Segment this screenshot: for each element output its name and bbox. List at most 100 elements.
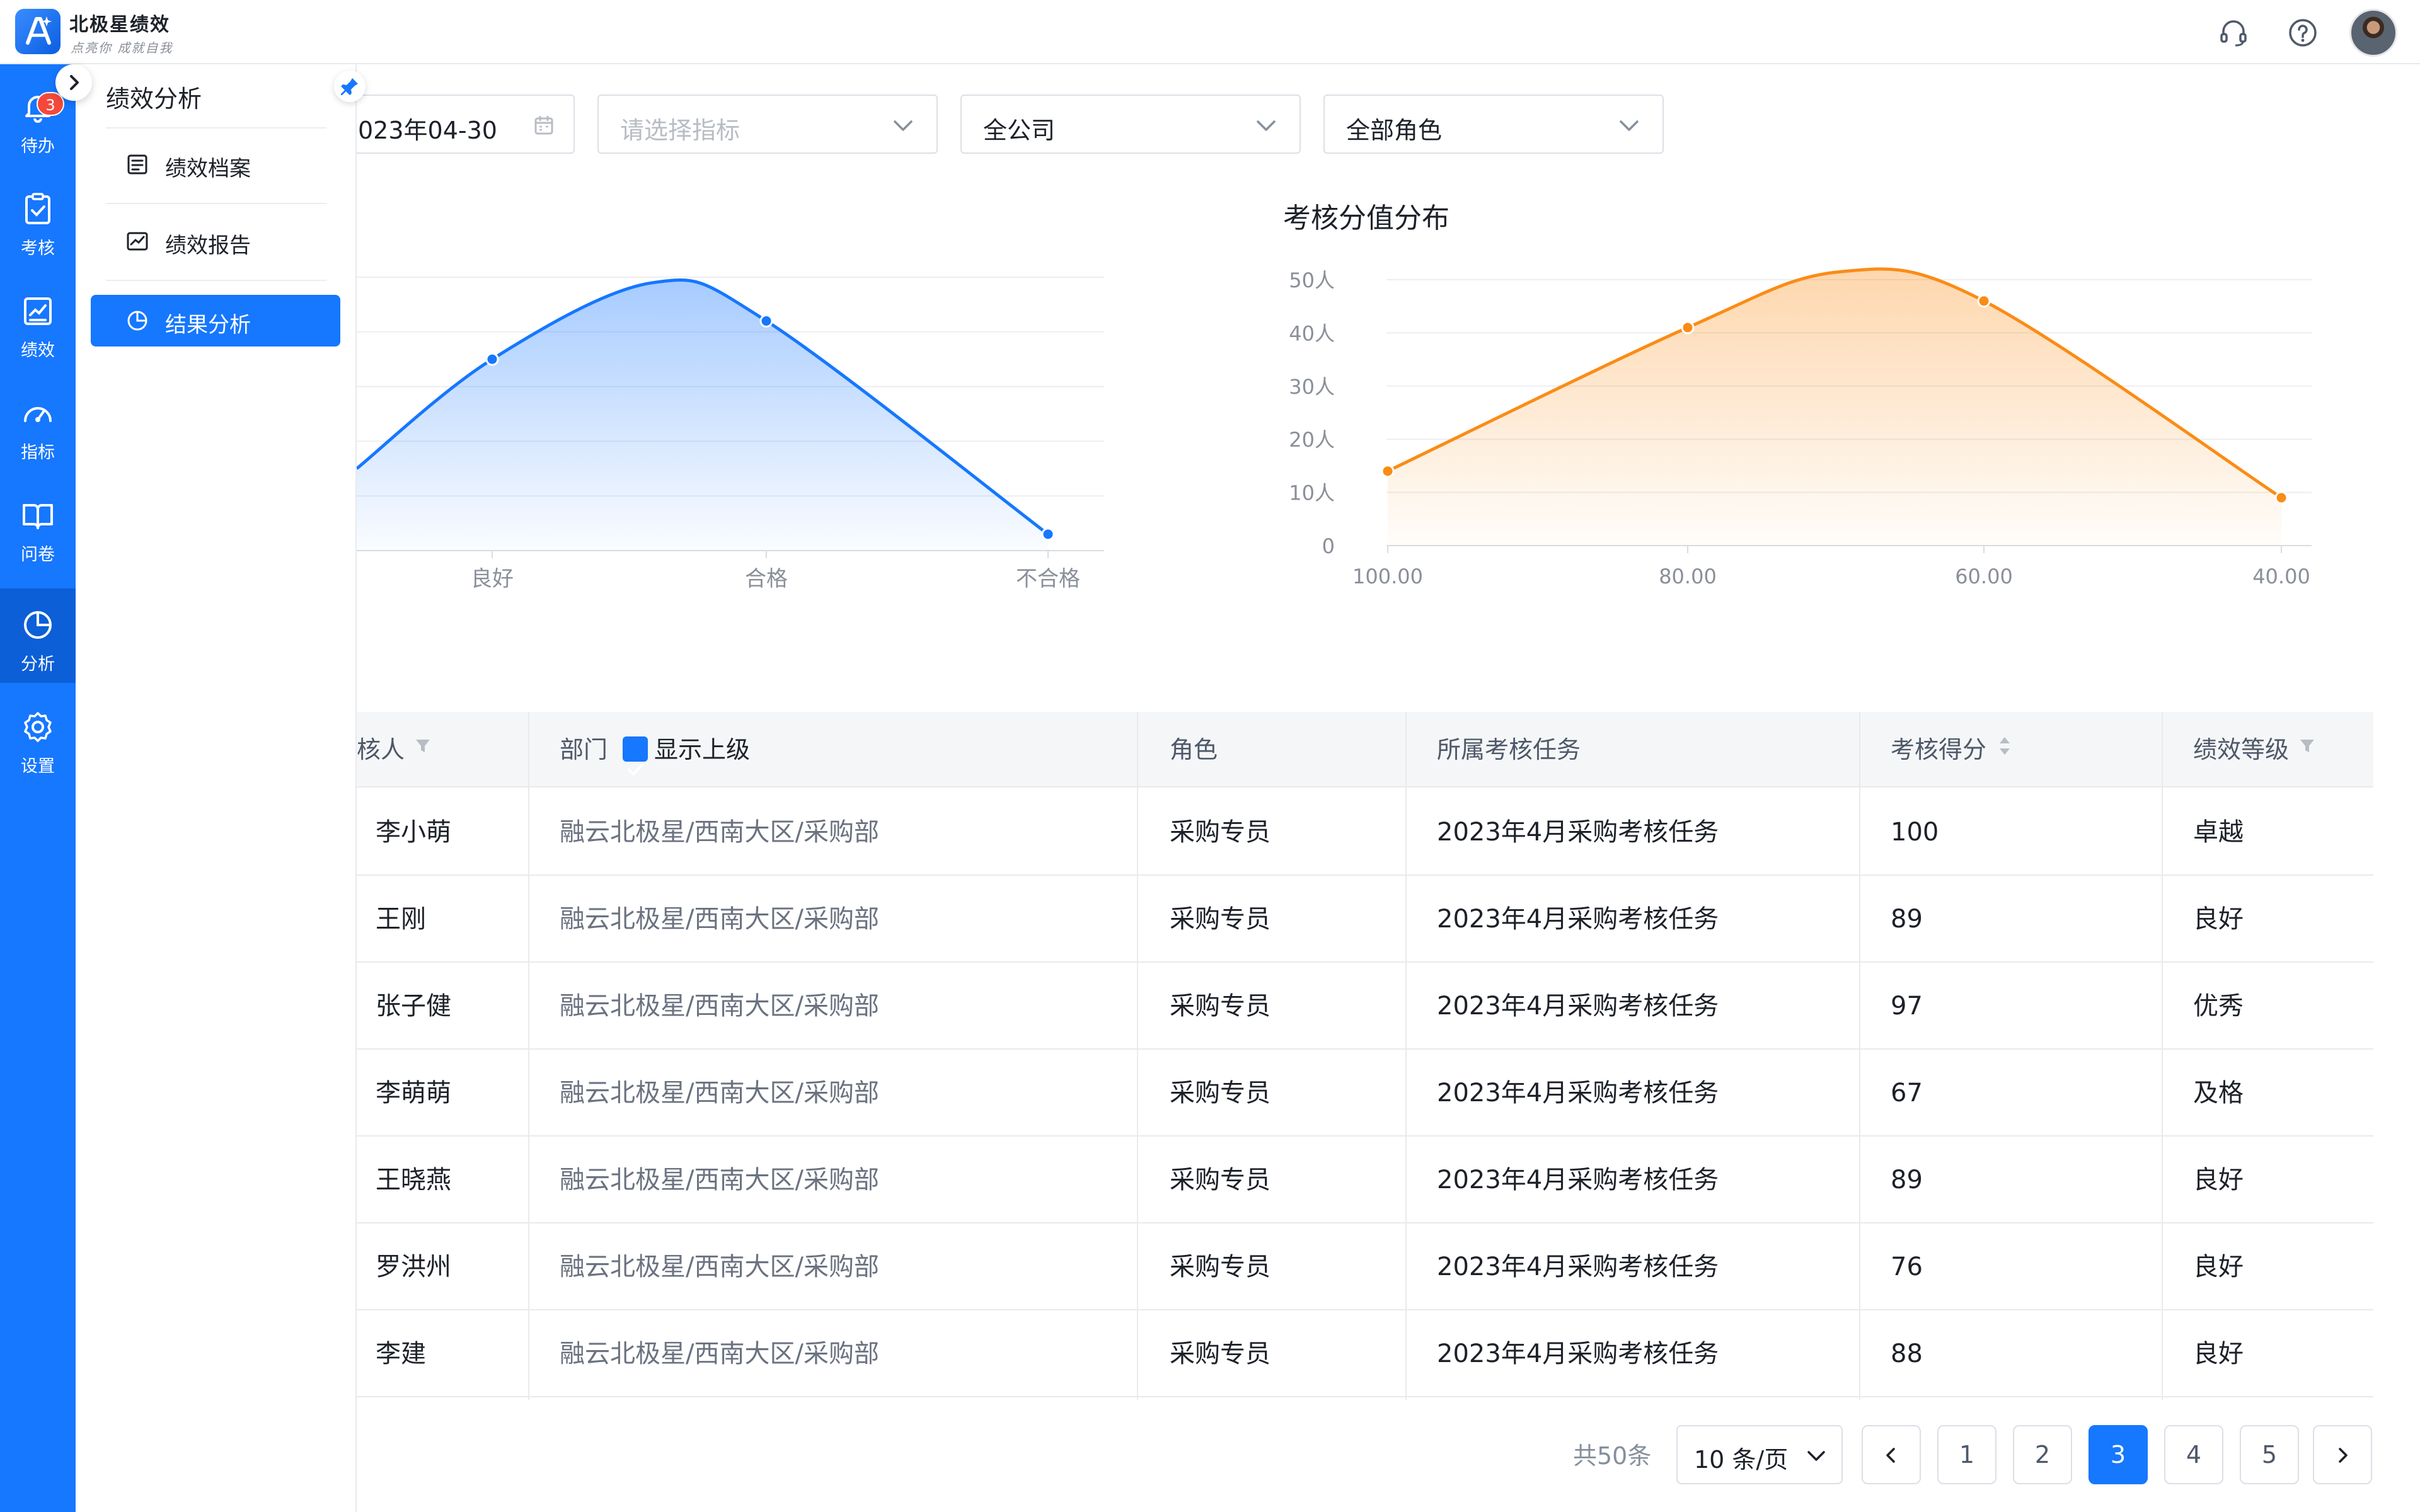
page-size-value: 10 条/页: [1694, 1446, 1789, 1474]
next-page-button[interactable]: [2313, 1425, 2372, 1484]
cell-grade: 优秀: [2193, 992, 2244, 1021]
data-point[interactable]: [759, 314, 773, 328]
filter-icon[interactable]: [413, 711, 432, 787]
chevron-right-icon: [2339, 1448, 2348, 1463]
brand-slogan: 点亮你 成就自我: [71, 40, 173, 55]
rail-label: 指标: [21, 443, 55, 462]
table-row[interactable]: 李建 融云北极星/西南大区/采购部 采购专员 2023年4月采购考核任务 88 良好: [357, 1310, 2373, 1397]
data-point[interactable]: [1681, 321, 1695, 335]
x-tick-label: 80.00: [1659, 564, 1717, 588]
x-tick-label: 良好: [471, 566, 514, 592]
th-score[interactable]: 考核得分: [1891, 712, 2014, 788]
rail-item-performance[interactable]: 绩效: [0, 275, 76, 369]
data-point[interactable]: [1041, 527, 1055, 541]
table-row[interactable]: 李小萌 融云北极星/西南大区/采购部 采购专员 2023年4月采购考核任务 100 卓越: [357, 789, 2373, 876]
rail-label: 待办: [21, 137, 55, 156]
prev-page-button[interactable]: [1862, 1425, 1921, 1484]
th-dept: 部门 显示上级: [560, 712, 750, 788]
chevron-down-icon: [1807, 1451, 1825, 1461]
subnav-item-label: 结果分析: [165, 312, 251, 338]
indicator-select[interactable]: 请选择指标: [597, 94, 938, 154]
cell-score: 89: [1891, 905, 1923, 934]
page-button[interactable]: 4: [2164, 1425, 2223, 1484]
user-switch-icon[interactable]: [19, 1507, 58, 1512]
th-role: 角色: [1170, 736, 1218, 764]
chevron-down-icon: [1257, 120, 1276, 131]
table-row[interactable]: 李萌萌 融云北极星/西南大区/采购部 采购专员 2023年4月采购考核任务 67 及格: [357, 1050, 2373, 1137]
role-select[interactable]: 全部角色: [1323, 94, 1664, 154]
score-distribution-chart-svg: 50人 40人 30人 20人 10人 0 100.00 80.00 60.00 40.00: [1289, 267, 2312, 588]
grade-distribution-chart-svg: 良好 合格 不合格: [357, 277, 1104, 592]
pin-button[interactable]: [334, 71, 366, 102]
cell-score: 100: [1891, 818, 1939, 847]
data-point[interactable]: [485, 352, 499, 366]
cell-score: 89: [1891, 1166, 1923, 1194]
y-tick-label: 20人: [1289, 428, 1335, 452]
th-person[interactable]: 核人: [357, 712, 432, 788]
data-point[interactable]: [1977, 294, 1991, 308]
filter-icon[interactable]: [2298, 711, 2317, 787]
show-parent-label[interactable]: 显示上级: [654, 736, 750, 764]
collapse-toggle-button[interactable]: [55, 64, 92, 101]
gear-icon: [24, 712, 52, 742]
cell-name: 李萌萌: [376, 1079, 451, 1108]
scope-value: 全公司: [983, 117, 1056, 144]
indicator-placeholder: 请选择指标: [620, 117, 740, 144]
table-row[interactable]: 罗洪州 融云北极星/西南大区/采购部 采购专员 2023年4月采购考核任务 76 良好: [357, 1223, 2373, 1310]
th-grade[interactable]: 绩效等级: [2193, 712, 2317, 788]
page-size-select[interactable]: 10 条/页: [1676, 1425, 1843, 1484]
rail-item-survey[interactable]: 问卷: [0, 479, 76, 573]
table-header: 核人 部门 显示上级 角色 所属考核任务 考核得分 绩效等级: [357, 712, 2373, 788]
cell-grade: 卓越: [2193, 818, 2244, 847]
cell-name: 李小萌: [376, 818, 451, 847]
th-dept-label: 部门: [560, 736, 608, 764]
data-point[interactable]: [1381, 464, 1395, 478]
rail-item-analysis[interactable]: 分析: [0, 588, 76, 683]
data-point[interactable]: [2274, 491, 2288, 505]
page-button[interactable]: 3: [2089, 1425, 2148, 1484]
subnav-item-archive[interactable]: 绩效档案: [91, 139, 340, 190]
subnav-item-result-analysis[interactable]: 结果分析: [91, 295, 340, 346]
table-row[interactable]: 王晓燕 融云北极星/西南大区/采购部 采购专员 2023年4月采购考核任务 89 良好: [357, 1137, 2373, 1223]
cell-role: 采购专员: [1170, 1166, 1270, 1194]
show-parent-checkbox[interactable]: [623, 736, 648, 776]
sort-icon[interactable]: [1995, 711, 2014, 787]
help-icon[interactable]: [2286, 16, 2319, 49]
page-button[interactable]: 5: [2240, 1425, 2299, 1484]
app-logo[interactable]: [15, 9, 60, 54]
avatar[interactable]: [2349, 9, 2397, 57]
cell-score: 97: [1891, 992, 1923, 1021]
x-tick-label: 40.00: [2252, 564, 2310, 588]
table-row[interactable]: 王刚 融云北极星/西南大区/采购部 采购专员 2023年4月采购考核任务 89 良好: [357, 876, 2373, 963]
total-count: 共50条: [1573, 1442, 1652, 1470]
cell-role: 采购专员: [1170, 1339, 1270, 1368]
score-distribution-chart-title: 考核分值分布: [1283, 202, 1449, 234]
pie-chart-icon: [127, 311, 147, 331]
page-button[interactable]: 2: [2013, 1425, 2072, 1484]
rail-label: 考核: [21, 239, 55, 258]
rail-item-indicators[interactable]: 指标: [0, 377, 76, 471]
cell-grade: 良好: [2193, 1339, 2244, 1368]
cell-task: 2023年4月采购考核任务: [1437, 1166, 1719, 1194]
brand-name: 北极星绩效: [69, 14, 170, 36]
subnav-item-report[interactable]: 绩效报告: [91, 215, 340, 267]
page-button[interactable]: 1: [1937, 1425, 1997, 1484]
headset-icon[interactable]: [2217, 16, 2250, 49]
th-task: 所属考核任务: [1437, 736, 1581, 764]
rail-item-assessment[interactable]: 考核: [0, 173, 76, 267]
th-grade-label: 绩效等级: [2193, 736, 2290, 764]
cell-role: 采购专员: [1170, 1079, 1270, 1108]
cell-task: 2023年4月采购考核任务: [1437, 1079, 1719, 1108]
role-value: 全部角色: [1346, 117, 1443, 144]
rail-item-settings[interactable]: 设置: [0, 690, 76, 785]
scope-select[interactable]: 全公司: [960, 94, 1301, 154]
table-row[interactable]: 张子健 融云北极星/西南大区/采购部 采购专员 2023年4月采购考核任务 97 优秀: [357, 963, 2373, 1050]
y-tick-label: 0: [1322, 534, 1335, 558]
cell-role: 采购专员: [1170, 992, 1270, 1021]
cell-dept: 融云北极星/西南大区/采购部: [560, 1079, 879, 1108]
archive-icon: [127, 154, 147, 175]
series-area: [357, 280, 1048, 551]
cell-task: 2023年4月采购考核任务: [1437, 818, 1719, 847]
cell-task: 2023年4月采购考核任务: [1437, 1339, 1719, 1368]
cell-dept: 融云北极星/西南大区/采购部: [560, 1252, 879, 1281]
